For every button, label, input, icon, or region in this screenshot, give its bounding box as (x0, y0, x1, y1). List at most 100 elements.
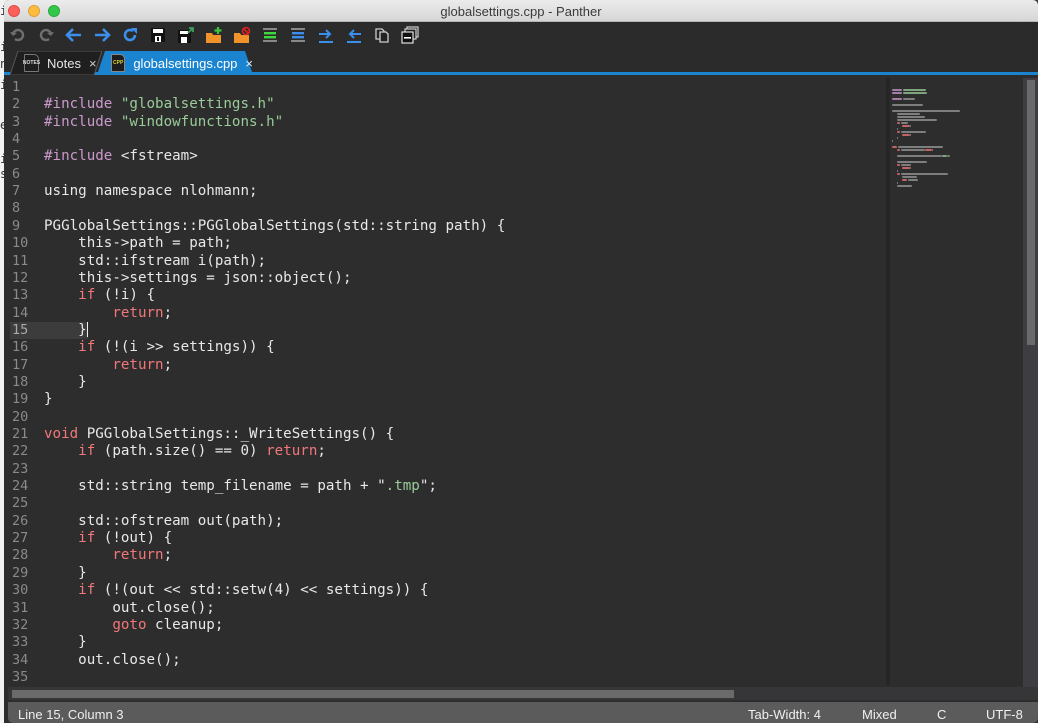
code-line[interactable]: 4 (4, 131, 886, 148)
code-line[interactable]: 15 } (4, 321, 886, 340)
code-line[interactable]: 10 this->path = path; (4, 235, 886, 252)
token-str: "globalsettings.h" (120, 96, 275, 113)
unindent-button[interactable] (344, 25, 364, 45)
code-line[interactable]: 5 #include <fstream> (4, 148, 886, 165)
tab-notes[interactable]: NOTES Notes × (10, 51, 102, 75)
line-number: 23 (12, 460, 29, 477)
token: std::ofstream out(path); (44, 512, 284, 529)
minimap[interactable] (886, 78, 1022, 685)
close-tab-icon[interactable]: × (245, 56, 253, 71)
code-line[interactable]: 25 (4, 495, 886, 512)
copy-button[interactable] (372, 25, 392, 45)
token-kw: return (112, 547, 164, 564)
code-text: } (44, 634, 87, 651)
minimap-line (892, 110, 960, 112)
line-number: 3 (12, 113, 21, 130)
back-button[interactable] (64, 25, 84, 45)
code-line[interactable]: 14 return; (4, 305, 886, 322)
code-line[interactable]: 35 (4, 669, 886, 686)
code-line[interactable]: 11 std::ifstream i(path); (4, 253, 886, 270)
code-line[interactable]: 7 using namespace nlohmann; (4, 183, 886, 200)
text-caret (86, 321, 88, 337)
refresh-button[interactable] (120, 25, 140, 45)
code-line[interactable]: 32 goto cleanup; (4, 617, 886, 634)
minimize-windows-button[interactable] (400, 25, 420, 45)
undo-button[interactable] (8, 25, 28, 45)
code-line[interactable]: 20 (4, 409, 886, 426)
redo-button[interactable] (36, 25, 56, 45)
indent-button[interactable] (316, 25, 336, 45)
token: (!(i >> settings)) { (95, 339, 275, 356)
code-line[interactable]: 31 out.close(); (4, 600, 886, 617)
code-line[interactable]: 30 if (!(out << std::setw(4) << settings… (4, 582, 886, 599)
token-pp: #include (44, 96, 113, 113)
minimap-line (903, 98, 915, 100)
encoding[interactable]: UTF-8 (986, 707, 1023, 722)
code-text: void PGGlobalSettings::_WriteSettings() … (44, 426, 394, 443)
code-line[interactable]: 16 if (!(i >> settings)) { (4, 339, 886, 356)
line-number: 4 (12, 131, 21, 148)
code-line[interactable]: 26 std::ofstream out(path); (4, 513, 886, 530)
line-number: 6 (12, 165, 21, 182)
token: ; (163, 547, 173, 564)
horizontal-scrollbar-thumb[interactable] (12, 690, 734, 698)
minimap-line (902, 125, 910, 127)
code-line[interactable]: 3 #include "windowfunctions.h" (4, 114, 886, 131)
new-folder-button[interactable] (204, 25, 224, 45)
code-line[interactable]: 27 if (!out) { (4, 530, 886, 547)
token: this->path = path; (44, 235, 232, 252)
minimap-line (892, 104, 924, 106)
minimap-line (897, 170, 899, 172)
close-folder-button[interactable] (232, 25, 252, 45)
code-line[interactable]: 13 if (!i) { (4, 287, 886, 304)
close-tab-icon[interactable]: × (89, 56, 97, 71)
cursor-position[interactable]: Line 15, Column 3 (18, 707, 124, 722)
token: } (44, 321, 87, 338)
code-line[interactable]: 29 } (4, 565, 886, 582)
code-line[interactable]: 19} (4, 391, 886, 408)
code-line[interactable]: 24 std::string temp_filename = path + ".… (4, 478, 886, 495)
tab-globalsettings-cpp[interactable]: CPP globalsettings.cpp × (97, 51, 253, 75)
code-line[interactable]: 12 this->settings = json::object(); (4, 270, 886, 287)
language-mode[interactable]: C (937, 707, 946, 722)
code-line[interactable]: 33 } (4, 634, 886, 651)
line-number: 27 (12, 530, 29, 547)
show-whitespace-button[interactable] (260, 25, 280, 45)
code-line[interactable]: 22 if (path.size() == 0) return; (4, 443, 886, 460)
refresh-icon (123, 28, 137, 42)
save-button[interactable] (148, 25, 168, 45)
code-line[interactable]: 28 return; (4, 547, 886, 564)
code-line[interactable]: 1 (4, 79, 886, 96)
code-editor[interactable]: 1 2 #include "globalsettings.h" 3 #include "… (4, 78, 886, 687)
lines-green-icon (263, 28, 277, 42)
vertical-scrollbar-thumb[interactable] (1027, 80, 1035, 345)
code-line[interactable]: 9 PGGlobalSettings::PGGlobalSettings(std:… (4, 218, 886, 235)
token: std::string temp_filename = path + " (44, 478, 386, 495)
code-text: this->path = path; (44, 235, 232, 252)
forward-button[interactable] (92, 25, 112, 45)
line-number: 21 (12, 426, 29, 442)
code-text: #include "windowfunctions.h" (44, 114, 283, 131)
code-line[interactable]: 34 out.close(); (4, 652, 886, 669)
code-text: if (path.size() == 0) return; (44, 443, 326, 460)
undo-icon (10, 28, 25, 42)
line-number: 14 (12, 304, 29, 321)
code-line[interactable]: 17 return; (4, 357, 886, 374)
line-number: 2 (12, 96, 21, 113)
code-line[interactable]: 6 (4, 166, 886, 183)
code-line[interactable]: 18 } (4, 374, 886, 391)
line-endings[interactable]: Mixed (862, 707, 897, 722)
minimap-line (947, 155, 950, 157)
tab-width[interactable]: Tab-Width: 4 (748, 707, 821, 722)
copy-icon (375, 28, 389, 43)
token: (!(out << std::setw(4) << settings)) { (95, 582, 429, 599)
align-button[interactable] (288, 25, 308, 45)
token: PGGlobalSettings::PGGlobalSettings(std::… (44, 217, 506, 234)
code-line[interactable]: 8 (4, 200, 886, 217)
code-line[interactable]: 21 void PGGlobalSettings::_WriteSettings(… (4, 426, 886, 443)
code-line[interactable]: 23 (4, 461, 886, 478)
save-as-button[interactable] (176, 25, 196, 45)
code-line[interactable]: 2 #include "globalsettings.h" (4, 96, 886, 113)
